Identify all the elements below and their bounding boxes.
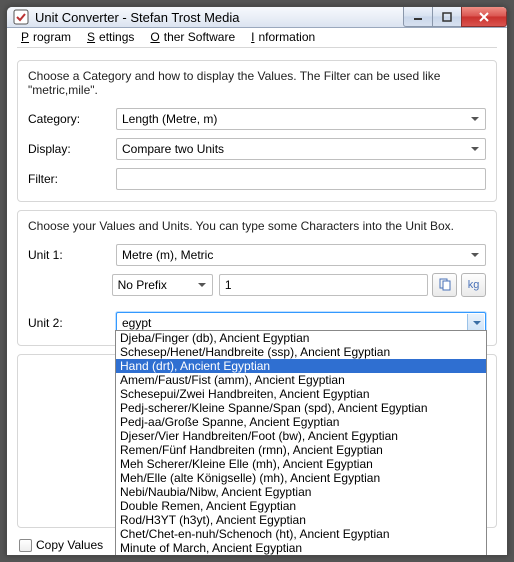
dropdown-item[interactable]: Pedj-scherer/Kleine Spanne/Span (spd), A… bbox=[116, 401, 486, 415]
close-button[interactable] bbox=[461, 7, 507, 27]
dropdown-item[interactable]: Nebi/Naubia/Nibw, Ancient Egyptian bbox=[116, 485, 486, 499]
dropdown-item[interactable]: Chet/Chet-en-nuh/Schenoch (ht), Ancient … bbox=[116, 527, 486, 541]
dropdown-item[interactable]: Djeser/Vier Handbreiten/Foot (bw), Ancie… bbox=[116, 429, 486, 443]
unit1-combo[interactable]: Metre (m), Metric bbox=[116, 244, 486, 266]
dropdown-item[interactable]: Meh/Elle (alte Königselle) (mh), Ancient… bbox=[116, 471, 486, 485]
filter-input[interactable] bbox=[116, 168, 486, 190]
menu-settings[interactable]: Settings bbox=[83, 28, 142, 46]
dropdown-item[interactable]: Djeba/Finger (db), Ancient Egyptian bbox=[116, 331, 486, 345]
display-value: Compare two Units bbox=[122, 142, 224, 156]
filter-label: Filter: bbox=[28, 172, 116, 186]
category-group: Choose a Category and how to display the… bbox=[17, 60, 497, 202]
menu-bar: Program Settings Other Software Informat… bbox=[7, 28, 507, 47]
dropdown-item[interactable]: Schesep/Henet/Handbreite (ssp), Ancient … bbox=[116, 345, 486, 359]
window-buttons bbox=[404, 7, 507, 27]
units-hint: Choose your Values and Units. You can ty… bbox=[28, 219, 486, 233]
dropdown-item[interactable]: Double Remen, Ancient Egyptian bbox=[116, 499, 486, 513]
menu-other-software[interactable]: Other Software bbox=[146, 28, 243, 46]
dropdown-item[interactable]: Hand (drt), Ancient Egyptian bbox=[116, 359, 486, 373]
copy-icon bbox=[438, 277, 452, 294]
copy-values-label: Copy Values bbox=[36, 538, 103, 552]
maximize-button[interactable] bbox=[432, 7, 462, 27]
dropdown-item[interactable]: Stadion, Ancient Egyptian bbox=[116, 555, 486, 556]
value-text: 1 bbox=[225, 278, 232, 292]
kg-icon: kg bbox=[468, 279, 480, 291]
category-label: Category: bbox=[28, 112, 116, 126]
dropdown-item[interactable]: Minute of March, Ancient Egyptian bbox=[116, 541, 486, 555]
app-window: Unit Converter - Stefan Trost Media Prog… bbox=[6, 6, 508, 556]
dropdown-item[interactable]: Meh Scherer/Kleine Elle (mh), Ancient Eg… bbox=[116, 457, 486, 471]
dropdown-item[interactable]: Pedj-aa/Große Spanne, Ancient Egyptian bbox=[116, 415, 486, 429]
unit2-input-text: egypt bbox=[122, 316, 151, 330]
category-combo[interactable]: Length (Metre, m) bbox=[116, 108, 486, 130]
kg-button[interactable]: kg bbox=[461, 273, 486, 297]
app-icon bbox=[13, 9, 29, 25]
copy-value-button[interactable] bbox=[432, 273, 457, 297]
window-title: Unit Converter - Stefan Trost Media bbox=[35, 10, 404, 25]
copy-values-checkbox[interactable] bbox=[19, 539, 32, 552]
dropdown-item[interactable]: Rod/H3YT (h3yt), Ancient Egyptian bbox=[116, 513, 486, 527]
category-hint: Choose a Category and how to display the… bbox=[28, 69, 486, 97]
dropdown-item[interactable]: Amem/Faust/Fist (amm), Ancient Egyptian bbox=[116, 373, 486, 387]
unit1-value: Metre (m), Metric bbox=[122, 248, 213, 262]
display-combo[interactable]: Compare two Units bbox=[116, 138, 486, 160]
prefix-combo[interactable]: No Prefix bbox=[112, 274, 213, 296]
dropdown-item[interactable]: Remen/Fünf Handbreiten (rmn), Ancient Eg… bbox=[116, 443, 486, 457]
unit2-dropdown[interactable]: Djeba/Finger (db), Ancient EgyptianSches… bbox=[115, 330, 487, 556]
dropdown-item[interactable]: Schesepui/Zwei Handbreiten, Ancient Egyp… bbox=[116, 387, 486, 401]
unit2-label: Unit 2: bbox=[28, 316, 116, 330]
menu-information[interactable]: Information bbox=[247, 28, 323, 46]
title-bar[interactable]: Unit Converter - Stefan Trost Media bbox=[7, 7, 507, 28]
menu-program[interactable]: Program bbox=[17, 28, 79, 46]
units-group: Choose your Values and Units. You can ty… bbox=[17, 210, 497, 346]
client-area: Choose a Category and how to display the… bbox=[7, 54, 507, 556]
category-value: Length (Metre, m) bbox=[122, 112, 217, 126]
minimize-button[interactable] bbox=[403, 7, 433, 27]
value-input[interactable]: 1 bbox=[219, 274, 429, 296]
prefix-value: No Prefix bbox=[118, 278, 167, 292]
display-label: Display: bbox=[28, 142, 116, 156]
unit1-label: Unit 1: bbox=[28, 248, 116, 262]
